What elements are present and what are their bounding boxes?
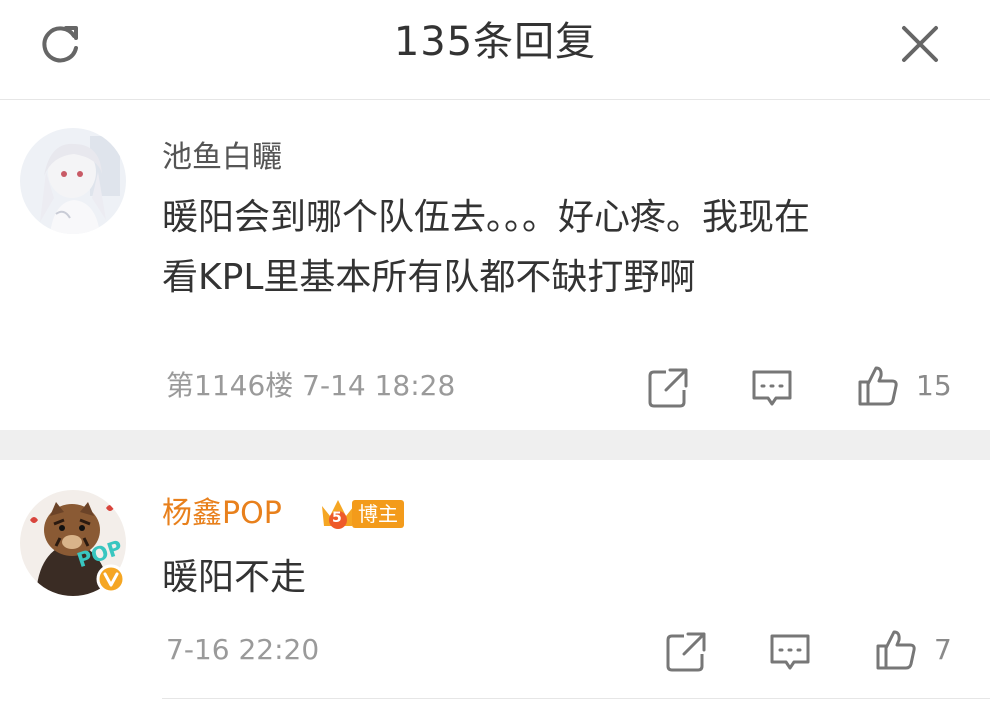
like-count: 7 xyxy=(934,633,952,666)
share-icon xyxy=(648,368,688,408)
close-button[interactable] xyxy=(898,22,942,66)
comment-username[interactable]: 杨鑫POP xyxy=(162,494,282,534)
comment-separator xyxy=(0,430,990,460)
comment-text-line: 暖阳会到哪个队伍去。。。好心疼。我现在 xyxy=(162,197,811,238)
reply-button[interactable] xyxy=(750,366,794,410)
share-button[interactable] xyxy=(646,366,690,410)
close-icon xyxy=(902,26,938,62)
page-title: 135条回复 xyxy=(393,19,597,65)
blogger-badge: 5 博主 xyxy=(318,496,408,534)
like-button[interactable] xyxy=(874,628,918,672)
share-icon xyxy=(666,632,706,672)
avatar[interactable] xyxy=(20,128,126,234)
comment-meta: 7-16 22:20 xyxy=(166,633,320,666)
thumbs-up-icon xyxy=(858,366,898,406)
thumbs-up-icon xyxy=(876,630,916,670)
comment-text-line: 暖阳不走 xyxy=(162,557,307,598)
comment-item: POP 杨鑫POP 5 博主 暖阳不走 7-16 22:20 7 xyxy=(0,460,990,702)
like-button[interactable] xyxy=(856,364,900,408)
comment-icon xyxy=(752,370,792,406)
avatar[interactable]: POP xyxy=(20,490,126,596)
header-bar: 135条回复 xyxy=(0,0,990,100)
badge-label: 博主 xyxy=(352,500,404,528)
share-button[interactable] xyxy=(664,630,708,674)
verified-icon xyxy=(96,564,126,594)
anime-avatar-icon xyxy=(20,128,126,234)
comment-meta: 第1146楼 7-14 18:28 xyxy=(166,369,456,402)
comment-text-line: 看KPL里基本所有队都不缺打野啊 xyxy=(162,257,696,298)
like-count: 15 xyxy=(916,369,952,402)
comment-text: 暖阳不走 xyxy=(162,548,962,608)
badge-level: 5 xyxy=(332,510,342,526)
comment-item: 池鱼白矖 暖阳会到哪个队伍去。。。好心疼。我现在 看KPL里基本所有队都不缺打野… xyxy=(0,100,990,430)
reply-button[interactable] xyxy=(768,630,812,674)
comment-icon xyxy=(770,634,810,670)
list-divider xyxy=(162,698,990,699)
comment-username[interactable]: 池鱼白矖 xyxy=(162,138,282,178)
comment-text: 暖阳会到哪个队伍去。。。好心疼。我现在 看KPL里基本所有队都不缺打野啊 xyxy=(162,188,962,308)
